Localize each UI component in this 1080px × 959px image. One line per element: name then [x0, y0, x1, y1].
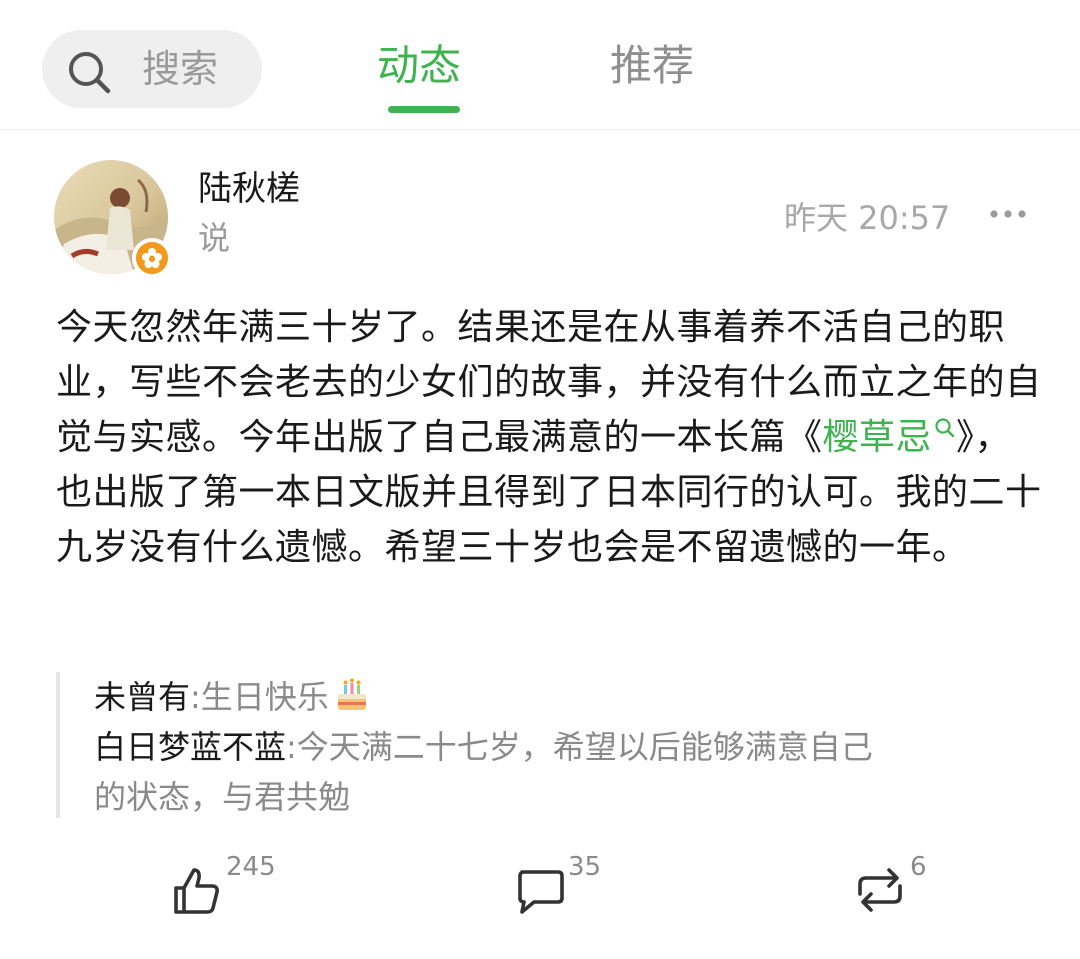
- comment-text: 生日快乐: [200, 678, 329, 716]
- repost-icon: [858, 868, 902, 912]
- comment-bubble-icon: [518, 870, 564, 914]
- comment-button[interactable]: 35: [514, 852, 624, 922]
- repost-button[interactable]: 6: [852, 852, 942, 922]
- like-count: 245: [226, 852, 276, 882]
- like-button[interactable]: 245: [170, 852, 290, 922]
- tab-recommend[interactable]: 推荐: [610, 40, 694, 92]
- flower-badge-icon: [142, 248, 162, 268]
- search-label: 搜索: [142, 47, 219, 91]
- comment-text: 今天满二十七岁，希望以后能够满意自己: [296, 728, 873, 766]
- post-timestamp: 昨天 20:57: [784, 199, 951, 237]
- comment-count: 35: [568, 852, 602, 882]
- thumbs-up-icon: [174, 868, 219, 914]
- active-tab-indicator: [388, 106, 460, 113]
- search-icon: [69, 52, 111, 94]
- comment-item: 白日梦蓝不蓝:今天满二十七岁，希望以后能够满意自己: [94, 722, 976, 772]
- birthday-cake-emoji: [337, 678, 366, 710]
- post-action-label: 说: [198, 219, 231, 257]
- comment-item: 未曾有:生日快乐: [94, 672, 976, 722]
- top-navigation-bar: 搜索 动态 推荐: [0, 0, 1080, 130]
- verified-badge: [132, 238, 172, 278]
- tab-dynamic[interactable]: 动态: [377, 40, 461, 92]
- search-small-icon: [935, 418, 955, 438]
- comment-preview[interactable]: 未曾有:生日快乐 白日梦蓝不蓝:今天满二十七岁，希望以后能够满意自己 的状态，与…: [56, 672, 976, 818]
- comment-separator: :: [286, 728, 297, 766]
- commenter-name[interactable]: 未曾有: [94, 678, 190, 716]
- author-name[interactable]: 陆秋槎: [198, 168, 300, 210]
- topic-link-label: 樱草忌: [822, 417, 933, 458]
- more-dots-icon[interactable]: [988, 206, 1028, 222]
- comment-separator: :: [190, 678, 201, 716]
- comment-item-continued: 的状态，与君共勉: [94, 772, 976, 822]
- search-button[interactable]: 搜索: [42, 30, 262, 108]
- comment-text-continued: 的状态，与君共勉: [94, 778, 351, 816]
- commenter-name[interactable]: 白日梦蓝不蓝: [94, 728, 286, 766]
- topic-link[interactable]: 樱草忌: [823, 417, 957, 458]
- post-body: 今天忽然年满三十岁了。结果还是在从事着养不活自己的职业，写些不会老去的少女们的故…: [56, 300, 1046, 575]
- repost-count: 6: [910, 852, 927, 882]
